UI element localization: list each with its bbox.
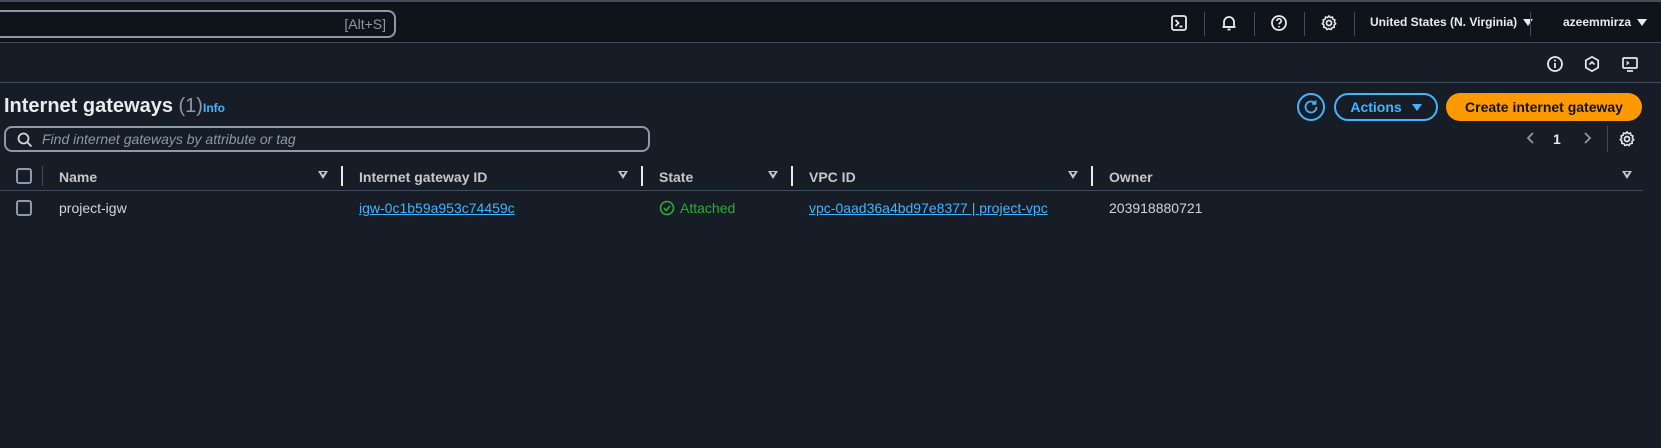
info-circle-icon[interactable] (1545, 54, 1565, 74)
region-label: United States (N. Virginia) (1370, 15, 1518, 29)
divider (1254, 12, 1255, 36)
column-resize-handle[interactable] (641, 166, 643, 186)
state-label: Attached (680, 200, 736, 216)
help-icon[interactable] (1269, 13, 1289, 33)
chevron-down-icon (1411, 103, 1422, 111)
divider (1607, 126, 1608, 152)
cell-owner: 203918880721 (1109, 200, 1203, 216)
divider (1530, 12, 1531, 36)
filter-input[interactable] (42, 130, 632, 148)
create-internet-gateway-button[interactable]: Create internet gateway (1446, 93, 1642, 121)
monitor-icon[interactable] (1620, 54, 1640, 74)
page-number[interactable]: 1 (1553, 131, 1561, 147)
refresh-icon (1304, 100, 1318, 114)
global-search-input[interactable]: [Alt+S] (0, 10, 396, 38)
success-check-icon (659, 200, 675, 216)
region-selector[interactable]: United States (N. Virginia) (1370, 15, 1534, 29)
sort-icon[interactable] (618, 171, 628, 179)
page-title-text: Internet gateways (4, 95, 173, 117)
cell-name: project-igw (59, 200, 127, 216)
cell-igw-id-link[interactable]: igw-0c1b59a953c74459c (359, 200, 515, 216)
username-label: azeemmirza (1563, 15, 1632, 29)
cloudshell-icon[interactable] (1169, 13, 1189, 33)
column-header-name[interactable]: Name (59, 169, 97, 185)
sort-icon[interactable] (318, 171, 328, 179)
search-shortcut-hint: [Alt+S] (344, 16, 386, 32)
divider (1204, 12, 1205, 36)
top-navigation-bar: [Alt+S] United States (N. Virginia) azee… (0, 0, 1661, 43)
column-header-state[interactable]: State (659, 169, 693, 185)
gear-icon[interactable] (1319, 13, 1339, 33)
cell-state: Attached (659, 200, 735, 216)
column-header-owner[interactable]: Owner (1109, 169, 1153, 185)
divider (1304, 12, 1305, 36)
utility-bar (0, 43, 1661, 83)
table-preferences-gear-icon[interactable] (1618, 130, 1636, 148)
table-header-divider (0, 190, 1643, 191)
chevron-left-icon[interactable] (1524, 131, 1538, 145)
column-divider (42, 166, 43, 186)
chevron-down-icon (1637, 19, 1648, 27)
sort-icon[interactable] (1068, 171, 1078, 179)
refresh-button[interactable] (1297, 93, 1325, 121)
actions-label: Actions (1350, 99, 1402, 115)
create-label: Create internet gateway (1465, 99, 1623, 115)
bell-icon[interactable] (1219, 13, 1239, 33)
sort-icon[interactable] (768, 171, 778, 179)
row-checkbox[interactable] (16, 200, 32, 216)
search-icon (17, 132, 33, 148)
info-link[interactable]: Info (203, 101, 225, 115)
column-header-igw-id[interactable]: Internet gateway ID (359, 169, 487, 185)
filter-search-box (4, 126, 650, 152)
column-resize-handle[interactable] (341, 166, 343, 186)
resource-count: (1) (178, 95, 203, 117)
chevron-right-icon[interactable] (1580, 131, 1594, 145)
chevron-down-icon (1523, 19, 1534, 27)
select-all-checkbox[interactable] (16, 168, 32, 184)
column-resize-handle[interactable] (1091, 166, 1093, 186)
sort-icon[interactable] (1622, 171, 1632, 179)
divider (1354, 12, 1355, 36)
hexagon-icon[interactable] (1582, 54, 1602, 74)
actions-button[interactable]: Actions (1334, 93, 1438, 121)
column-header-vpc-id[interactable]: VPC ID (809, 169, 856, 185)
page-title: Internet gateways (1) (4, 95, 203, 118)
account-menu[interactable]: azeemmirza (1563, 15, 1648, 29)
column-resize-handle[interactable] (791, 166, 793, 186)
cell-vpc-id-link[interactable]: vpc-0aad36a4bd97e8377 | project-vpc (809, 200, 1048, 216)
